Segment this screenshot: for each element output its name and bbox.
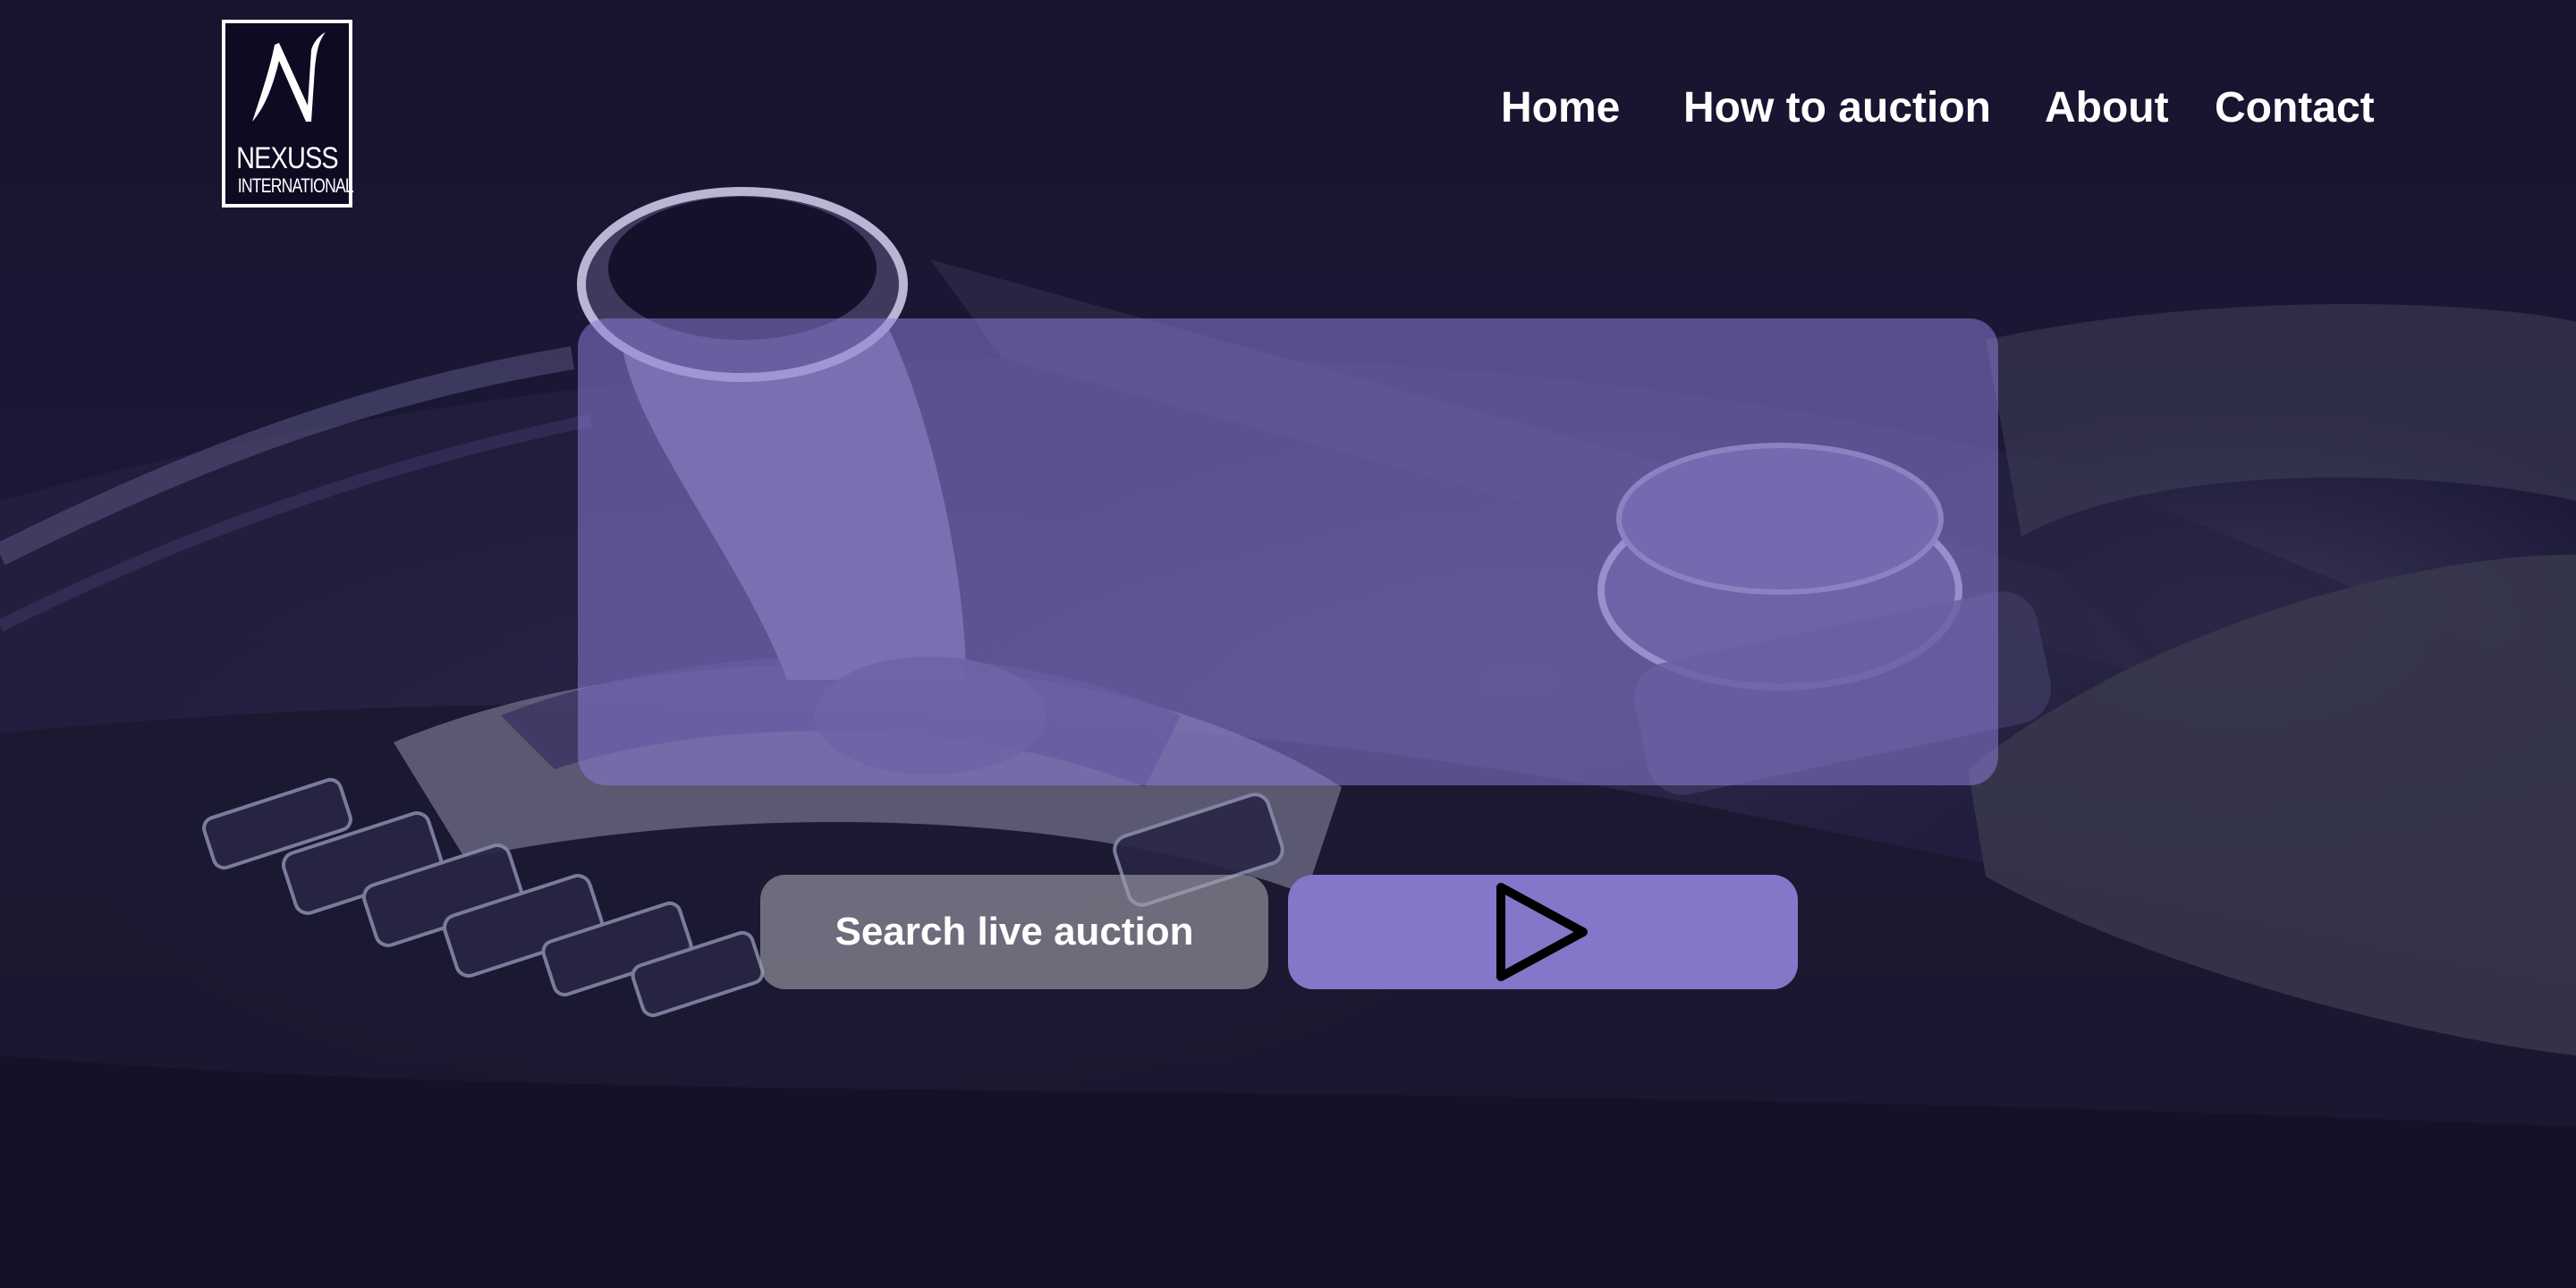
logo-text-primary: NEXUSS: [236, 141, 339, 175]
hero-section: NEXUSS INTERNATIONAL Home How to auction…: [0, 0, 2576, 1288]
nav-item-contact[interactable]: Contact: [2215, 79, 2375, 138]
play-icon: [1496, 883, 1588, 981]
nav-item-how-to-auction[interactable]: How to auction: [1683, 79, 1991, 138]
hero-panel: [578, 318, 1998, 785]
play-button[interactable]: [1288, 875, 1798, 989]
main-nav: Home How to auction About Contact: [0, 79, 2576, 141]
nav-item-home[interactable]: Home: [1501, 79, 1620, 138]
search-live-auction-button[interactable]: Search live auction: [760, 875, 1268, 989]
logo-text-secondary: INTERNATIONAL: [237, 174, 354, 197]
nav-item-about[interactable]: About: [2045, 79, 2169, 138]
